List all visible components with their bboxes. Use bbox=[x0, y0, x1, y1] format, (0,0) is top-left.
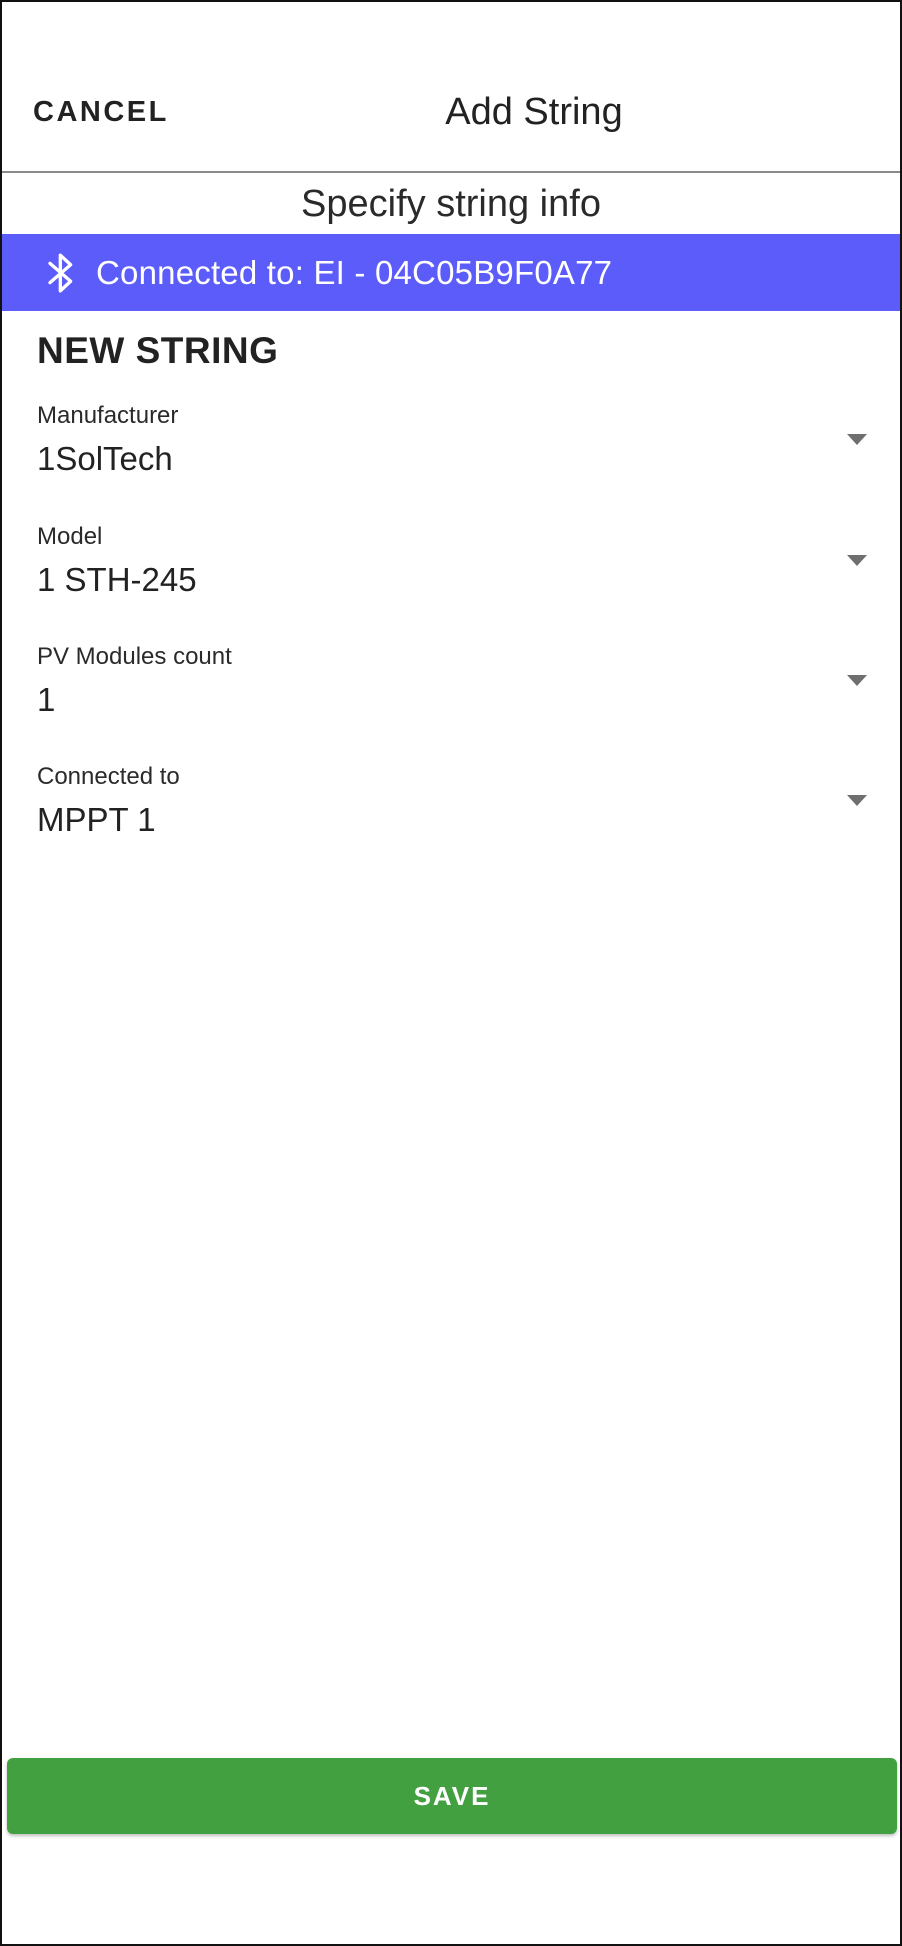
manufacturer-label: Manufacturer bbox=[37, 402, 179, 429]
model-label: Model bbox=[37, 523, 103, 550]
connection-status-text: Connected to: EI - 04C05B9F0A77 bbox=[96, 253, 613, 291]
page-subtitle: Specify string info bbox=[301, 182, 601, 225]
model-dropdown[interactable]: Model 1 STH-245 bbox=[37, 523, 867, 599]
chevron-down-icon bbox=[847, 434, 867, 445]
save-button[interactable]: SAVE bbox=[7, 1758, 897, 1834]
new-string-form: NEW STRING Manufacturer 1SolTech Model 1… bbox=[37, 330, 867, 838]
screen-frame: CANCEL Add String Specify string info Co… bbox=[0, 0, 902, 1946]
pv-modules-count-value: 1 bbox=[37, 681, 56, 718]
page-title: Add String bbox=[445, 91, 623, 133]
chevron-down-icon bbox=[847, 795, 867, 806]
connected-to-label: Connected to bbox=[37, 763, 180, 790]
chevron-down-icon bbox=[847, 675, 867, 686]
app-bar: CANCEL Add String bbox=[2, 2, 900, 173]
connected-to-value: MPPT 1 bbox=[37, 801, 156, 838]
manufacturer-dropdown[interactable]: Manufacturer 1SolTech bbox=[37, 402, 867, 478]
connection-banner: Connected to: EI - 04C05B9F0A77 bbox=[2, 234, 900, 311]
connected-to-dropdown[interactable]: Connected to MPPT 1 bbox=[37, 763, 867, 839]
pv-modules-count-label: PV Modules count bbox=[37, 643, 232, 670]
bluetooth-icon bbox=[48, 252, 73, 293]
pv-modules-count-dropdown[interactable]: PV Modules count 1 bbox=[37, 643, 867, 719]
chevron-down-icon bbox=[847, 555, 867, 566]
manufacturer-value: 1SolTech bbox=[37, 440, 173, 477]
section-title: NEW STRING bbox=[37, 330, 279, 371]
model-value: 1 STH-245 bbox=[37, 561, 197, 598]
